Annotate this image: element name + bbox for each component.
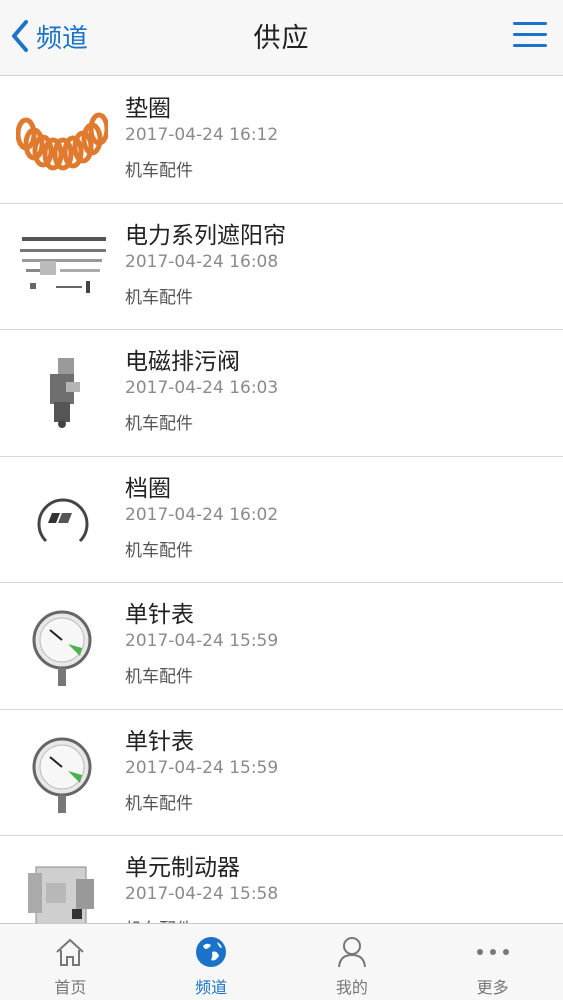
tab-label: 首页	[54, 978, 87, 997]
item-category: 机车配件	[125, 414, 193, 434]
item-title: 电力系列遮阳帘	[125, 222, 286, 249]
item-category: 机车配件	[125, 161, 193, 181]
item-date: 2017-04-24 15:58	[125, 884, 279, 904]
item-title: 电磁排污阀	[125, 349, 240, 375]
tab-channel[interactable]: 频道	[141, 924, 282, 1000]
menu-icon[interactable]	[513, 22, 547, 52]
tab-more[interactable]: 更多	[422, 924, 563, 1000]
washer-rings-image	[16, 93, 108, 185]
tab-bar: 首页 频道 我的 更多	[0, 923, 563, 1000]
item-title: 单针表	[125, 728, 194, 755]
pressure-gauge-image	[16, 726, 108, 818]
tab-home[interactable]: 首页	[0, 924, 141, 1000]
list-item[interactable]: 单针表 2017-04-24 15:59 机车配件	[0, 710, 563, 836]
list-item[interactable]: 电磁排污阀 2017-04-24 16:03 机车配件	[0, 330, 563, 457]
list-item[interactable]: 垫圈 2017-04-24 16:12 机车配件	[0, 77, 563, 204]
list-item[interactable]: 单元制动器 2017-04-24 15:58 机车配件	[0, 836, 563, 923]
supply-list: 垫圈 2017-04-24 16:12 机车配件 电力系列遮阳帘 2017-04…	[0, 77, 563, 923]
page-title: 供应	[253, 23, 310, 54]
item-title: 单针表	[125, 602, 194, 628]
item-date: 2017-04-24 16:02	[125, 504, 279, 525]
home-icon	[52, 934, 88, 970]
brake-unit-image	[16, 852, 108, 923]
tab-label: 我的	[335, 978, 368, 997]
item-category: 机车配件	[125, 793, 193, 814]
item-date: 2017-04-24 15:59	[125, 757, 279, 778]
sunshade-rods-image	[16, 220, 108, 312]
item-category: 机车配件	[125, 667, 193, 687]
pressure-gauge-image	[16, 599, 108, 691]
item-date: 2017-04-24 15:59	[125, 631, 279, 651]
globe-icon	[193, 934, 229, 970]
app-screen: 频道 供应 垫圈 2017-04-24 16:12 机车配件 电力系列遮阳帘 2…	[0, 0, 563, 1000]
tab-label: 更多	[476, 978, 509, 997]
item-category: 机车配件	[125, 540, 193, 561]
item-date: 2017-04-24 16:03	[125, 378, 279, 398]
solenoid-valve-image	[16, 346, 108, 438]
list-item[interactable]: 单针表 2017-04-24 15:59 机车配件	[0, 583, 563, 710]
item-date: 2017-04-24 16:12	[125, 125, 279, 145]
tab-label: 频道	[195, 978, 228, 997]
nav-header: 频道 供应	[0, 0, 563, 76]
user-icon	[334, 934, 370, 970]
retaining-ring-image	[16, 473, 108, 565]
item-date: 2017-04-24 16:08	[125, 251, 279, 272]
more-icon	[475, 934, 511, 970]
item-category: 机车配件	[125, 915, 193, 923]
tab-mine[interactable]: 我的	[282, 924, 423, 1000]
item-category: 机车配件	[125, 287, 193, 308]
item-title: 档圈	[125, 475, 171, 502]
item-title: 垫圈	[125, 96, 171, 122]
list-item[interactable]: 电力系列遮阳帘 2017-04-24 16:08 机车配件	[0, 204, 563, 330]
item-title: 单元制动器	[125, 855, 240, 881]
list-item[interactable]: 档圈 2017-04-24 16:02 机车配件	[0, 457, 563, 583]
